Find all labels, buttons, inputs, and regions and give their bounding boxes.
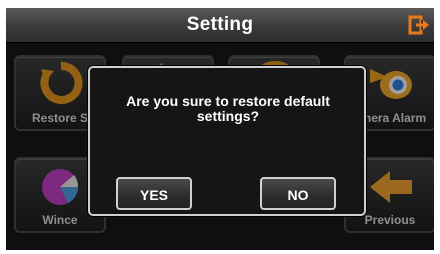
- confirm-dialog: Are you sure to restore default settings…: [88, 66, 366, 216]
- exit-icon[interactable]: [408, 15, 430, 35]
- yes-button[interactable]: YES: [116, 177, 192, 210]
- dialog-message: Are you sure to restore default settings…: [126, 93, 330, 124]
- page-title: Setting: [186, 14, 254, 35]
- title-bar: Setting: [6, 8, 434, 43]
- setting-screen: Setting Restore S amera Alarm Wince Prev…: [6, 8, 434, 250]
- no-button[interactable]: NO: [260, 177, 336, 210]
